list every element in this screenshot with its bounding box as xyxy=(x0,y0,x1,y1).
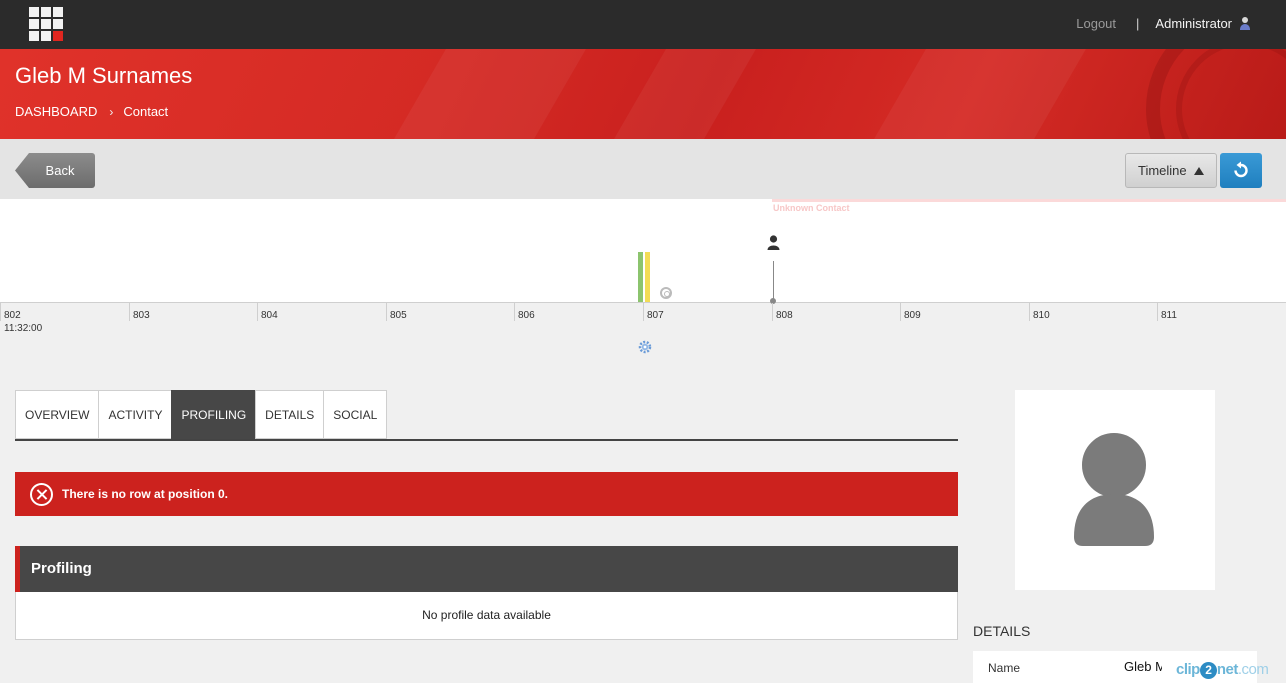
timeline-axis: 802 803 804 805 806 807 808 809 810 811 … xyxy=(0,303,1286,334)
toolbar: Back Timeline xyxy=(0,139,1286,199)
axis-tick: 810 xyxy=(1029,303,1050,321)
user-icon xyxy=(1240,17,1250,30)
unknown-contact-label: Unknown Contact xyxy=(773,203,850,213)
tab-overview[interactable]: OVERVIEW xyxy=(15,390,99,439)
avatar-placeholder-icon xyxy=(1074,429,1154,546)
axis-tick: 809 xyxy=(900,303,921,321)
person-icon[interactable] xyxy=(767,235,780,251)
profiling-panel-title: Profiling xyxy=(15,546,958,592)
error-x-icon xyxy=(30,482,53,506)
watermark-domain: .com xyxy=(1237,661,1269,678)
contact-tabs: OVERVIEW ACTIVITY PROFILING DETAILS SOCI… xyxy=(15,390,958,441)
nav-separator: | xyxy=(1136,16,1140,31)
watermark-logo: clip 2 net.com xyxy=(1176,661,1269,679)
refresh-icon xyxy=(1234,161,1248,178)
error-alert: There is no row at position 0. xyxy=(15,472,958,516)
tab-details[interactable]: DETAILS xyxy=(255,390,324,439)
timeline-marker-line xyxy=(773,261,774,301)
tab-social[interactable]: SOCIAL xyxy=(323,390,388,439)
app-logo-icon[interactable] xyxy=(29,7,63,41)
axis-tick: 807 xyxy=(643,303,664,321)
axis-tick: 806 xyxy=(514,303,535,321)
axis-tick: 803 xyxy=(129,303,150,321)
profiling-empty-message: No profile data available xyxy=(15,592,958,640)
page-header-banner: Gleb M Surnames DASHBOARD › Contact xyxy=(0,49,1286,139)
breadcrumb-contact: Contact xyxy=(123,104,169,119)
timeline-button-label: Timeline xyxy=(1138,163,1187,178)
breadcrumb: DASHBOARD › Contact xyxy=(15,104,168,119)
details-value-name: Gleb M xyxy=(1124,659,1162,674)
axis-tick: 811 xyxy=(1157,303,1177,321)
watermark-suffix: net xyxy=(1216,661,1239,678)
triangle-up-icon xyxy=(1194,167,1204,175)
tab-profiling[interactable]: PROFILING xyxy=(171,390,256,439)
axis-tick: 808 xyxy=(772,303,793,321)
timeline-toggle-button[interactable]: Timeline xyxy=(1125,153,1217,188)
user-nav: Logout | Administrator xyxy=(1076,16,1250,31)
axis-start-time: 11:32:00 xyxy=(4,323,43,334)
watermark-two: 2 xyxy=(1199,662,1217,679)
top-bar: Logout | Administrator xyxy=(0,0,1286,49)
error-message: There is no row at position 0. xyxy=(62,487,229,501)
timeline-chart[interactable]: Unknown Contact xyxy=(0,199,1286,304)
target-icon[interactable] xyxy=(660,287,672,299)
logout-link[interactable]: Logout xyxy=(1076,16,1116,31)
user-name[interactable]: Administrator xyxy=(1155,16,1232,31)
timeline-event-bar[interactable] xyxy=(645,252,650,302)
axis-tick: 804 xyxy=(257,303,278,321)
back-button[interactable]: Back xyxy=(15,153,95,188)
chevron-right-icon: › xyxy=(109,104,114,119)
page-title: Gleb M Surnames xyxy=(15,63,193,88)
unknown-contact-range xyxy=(772,199,1286,202)
axis-tick: 805 xyxy=(386,303,407,321)
breadcrumb-dashboard[interactable]: DASHBOARD xyxy=(15,104,97,119)
details-section-title: DETAILS xyxy=(973,623,1031,639)
timeline-event-bar[interactable] xyxy=(638,252,643,302)
gear-icon[interactable] xyxy=(638,340,652,354)
details-label-name: Name xyxy=(988,661,1021,675)
watermark-prefix: clip xyxy=(1176,661,1200,678)
axis-tick: 802 xyxy=(0,303,21,321)
contact-avatar xyxy=(1015,390,1215,590)
tab-activity[interactable]: ACTIVITY xyxy=(98,390,172,439)
refresh-button[interactable] xyxy=(1220,153,1262,188)
